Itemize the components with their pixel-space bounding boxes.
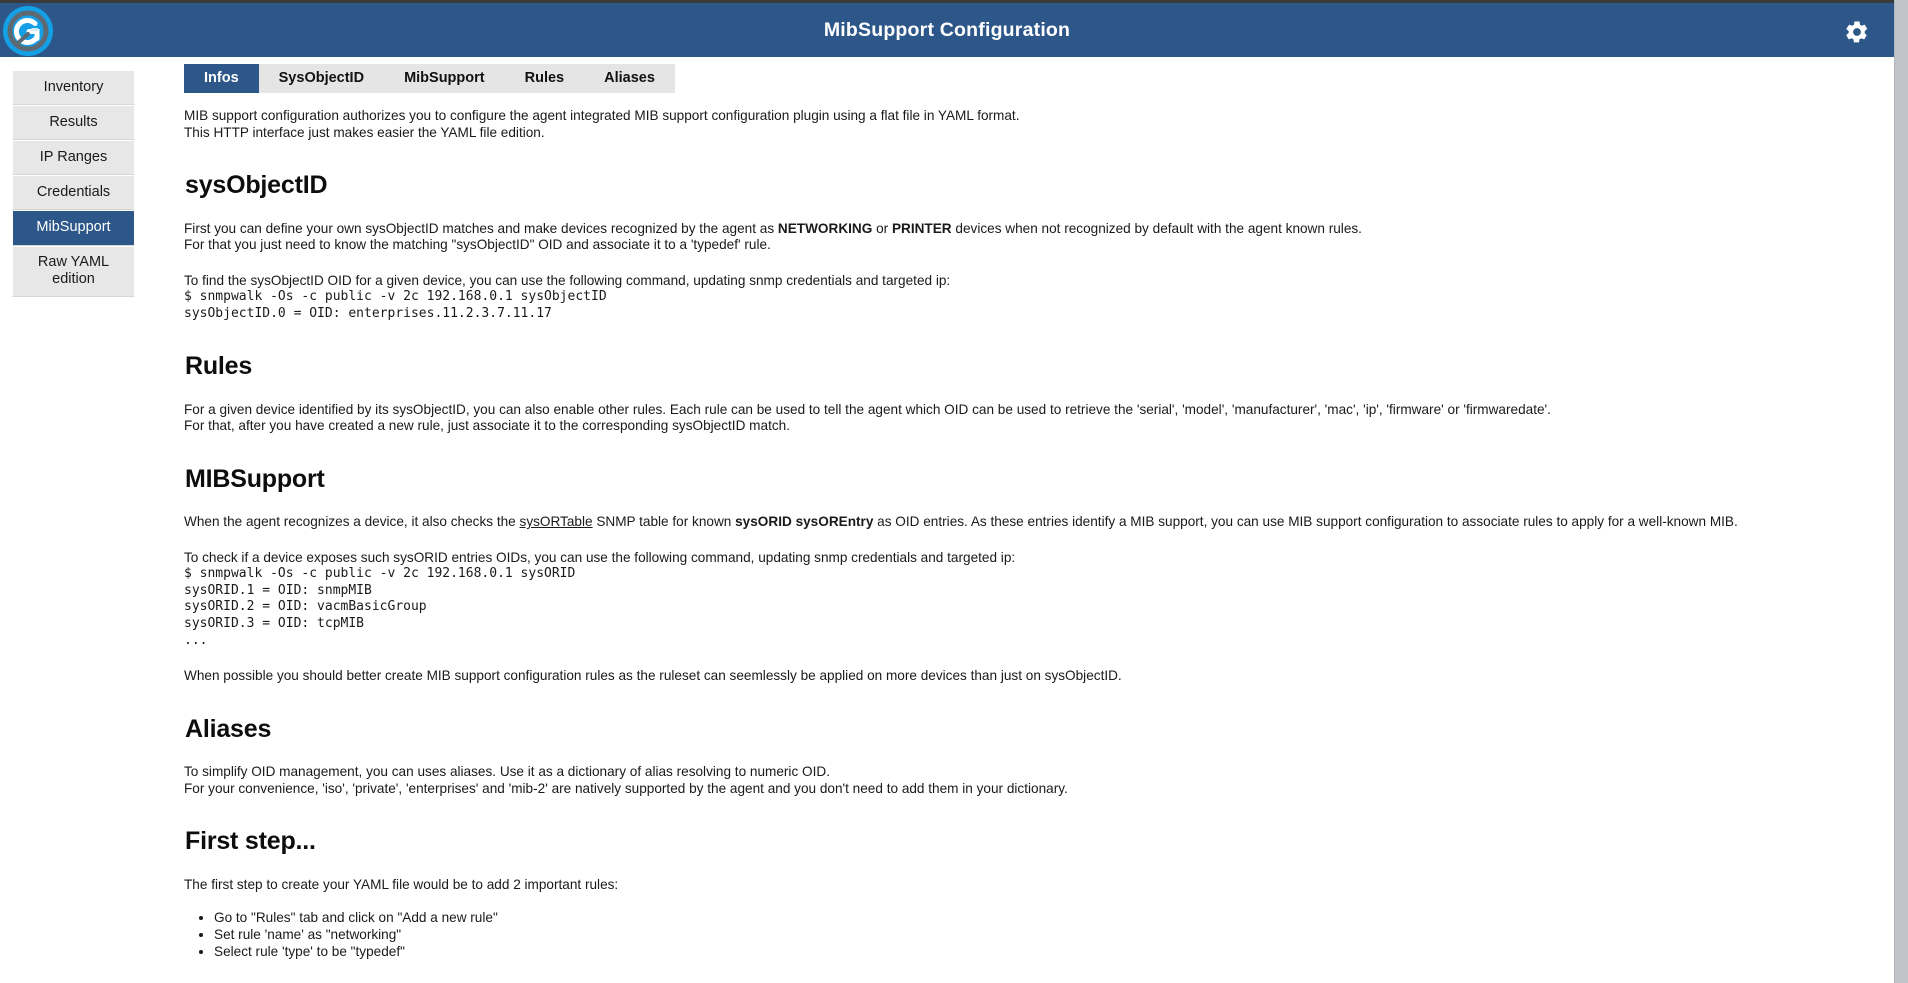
mibsupport-command-line-4: sysORID.3 = OID: tcpMIB (184, 615, 365, 631)
sysobjectid-p1-bold-networking: NETWORKING (777, 220, 873, 236)
sysobjectid-p1-bold-printer: PRINTER (891, 220, 952, 236)
sidebar: Inventory Results IP Ranges Credentials … (12, 70, 135, 297)
sysobjectid-p1-part-c: devices when not recognized by default w… (951, 220, 1362, 236)
mibsupport-p1-bold-sysorid: sysORID sysOREntry (735, 514, 874, 530)
mibsupport-note: When possible you should better create M… (184, 668, 1884, 685)
scrollbar-thumb[interactable] (1895, 0, 1908, 390)
vertical-scrollbar[interactable] (1894, 0, 1908, 983)
mibsupport-p1-part-a: When the agent recognizes a device, it a… (184, 514, 520, 530)
intro-line-1: MIB support configuration authorizes you… (184, 108, 1020, 123)
mibsupport-command-block: To check if a device exposes such sysORI… (184, 550, 1884, 649)
sidebar-item-ip-ranges[interactable]: IP Ranges (12, 140, 135, 176)
first-step-description: The first step to create your YAML file … (184, 877, 1884, 961)
list-item: Select rule 'type' to be "typedef" (214, 943, 1884, 960)
sysobjectid-paragraph-1: First you can define your own sysObjectI… (184, 221, 1884, 238)
aliases-paragraph-2: For your convenience, 'iso', 'private', … (184, 780, 1068, 796)
tab-label: Rules (524, 70, 565, 86)
sysobjectid-paragraph-2: For that you just need to know the match… (184, 237, 771, 252)
sidebar-item-label: Results (49, 114, 98, 131)
sidebar-item-results[interactable]: Results (12, 105, 135, 141)
tab-label: Infos (204, 70, 239, 86)
sidebar-item-credentials[interactable]: Credentials (12, 175, 135, 211)
tab-sysobjectid[interactable]: SysObjectID (259, 64, 384, 93)
intro-paragraph: MIB support configuration authorizes you… (184, 108, 1884, 141)
rules-paragraph-2: For that, after you have created a new r… (184, 418, 790, 434)
mibsupport-command-line-2: sysORID.1 = OID: snmpMIB (184, 582, 372, 598)
tab-label: Aliases (604, 70, 655, 86)
sysobjectid-command-intro: To find the sysObjectID OID for a given … (184, 272, 951, 288)
sidebar-item-label: Raw YAML edition (37, 253, 110, 287)
rules-paragraph-1: For a given device identified by its sys… (184, 401, 1551, 417)
list-item: Go to "Rules" tab and click on "Add a ne… (214, 909, 1884, 926)
sysobjectid-command-block: To find the sysObjectID OID for a given … (184, 273, 1884, 323)
tab-label: SysObjectID (278, 70, 365, 86)
section-heading-mibsupport: MIBSupport (185, 464, 325, 493)
mibsupport-command-line-5: ... (184, 632, 208, 648)
tab-aliases[interactable]: Aliases (584, 64, 675, 93)
sysobjectid-p1-part-mid: or (872, 220, 892, 236)
mibsupport-command-line-1: $ snmpwalk -Os -c public -v 2c 192.168.0… (184, 566, 576, 582)
page-title: MibSupport Configuration (823, 19, 1071, 41)
tab-rules[interactable]: Rules (505, 64, 585, 93)
first-step-paragraph-1: The first step to create your YAML file … (184, 876, 619, 892)
mibsupport-paragraph-after: When possible you should better create M… (184, 668, 1122, 684)
sidebar-item-label: MibSupport (36, 219, 111, 236)
first-step-list: Go to "Rules" tab and click on "Add a ne… (184, 909, 1884, 960)
app-window: MibSupport Configuration Inventory Resul… (0, 0, 1908, 983)
tabbar: Infos SysObjectID MibSupport Rules Alias… (184, 64, 675, 93)
sidebar-item-mibsupport[interactable]: MibSupport (12, 210, 135, 246)
section-heading-aliases: Aliases (185, 714, 272, 743)
sidebar-item-inventory[interactable]: Inventory (12, 70, 135, 106)
intro-line-2: This HTTP interface just makes easier th… (184, 124, 545, 140)
mibsupport-command-intro: To check if a device exposes such sysORI… (184, 549, 1016, 565)
titlebar: MibSupport Configuration (0, 0, 1894, 57)
list-item: Set rule 'name' as "networking" (214, 926, 1884, 943)
sidebar-item-raw-yaml-edition[interactable]: Raw YAML edition (12, 245, 135, 297)
main-content: Infos SysObjectID MibSupport Rules Alias… (184, 64, 1884, 960)
gear-icon[interactable] (1844, 19, 1870, 45)
aliases-paragraph-1: To simplify OID management, you can uses… (184, 764, 830, 780)
sidebar-item-label: Inventory (43, 79, 104, 95)
tab-mibsupport[interactable]: MibSupport (384, 64, 505, 93)
mibsupport-p1-part-c: as OID entries. As these entries identif… (873, 514, 1738, 530)
mibsupport-p1-part-b: SNMP table for known (592, 514, 736, 530)
rules-description: For a given device identified by its sys… (184, 402, 1884, 435)
mibsupport-command-line-3: sysORID.2 = OID: vacmBasicGroup (184, 599, 427, 615)
tab-infos[interactable]: Infos (184, 64, 259, 93)
sysobjectid-p1-part-a: First you can define your own sysObjectI… (184, 220, 778, 236)
section-heading-first-step: First step... (185, 827, 316, 856)
aliases-description: To simplify OID management, you can uses… (184, 764, 1884, 797)
mibsupport-description: When the agent recognizes a device, it a… (184, 514, 1884, 531)
sysobjectid-command-line-2: sysObjectID.0 = OID: enterprises.11.2.3.… (184, 305, 552, 321)
sidebar-item-label: IP Ranges (39, 149, 108, 166)
section-heading-rules: Rules (185, 352, 253, 381)
mibsupport-sysortable-link[interactable]: sysORTable (520, 514, 593, 529)
sysobjectid-command-line-1: $ snmpwalk -Os -c public -v 2c 192.168.0… (184, 289, 607, 304)
section-heading-sysobjectid: sysObjectID (185, 171, 328, 199)
sysobjectid-description: First you can define your own sysObjectI… (184, 221, 1884, 254)
tab-label: MibSupport (404, 70, 485, 86)
sidebar-item-label: Credentials (36, 184, 111, 201)
mibsupport-paragraph-1: When the agent recognizes a device, it a… (184, 514, 1884, 531)
